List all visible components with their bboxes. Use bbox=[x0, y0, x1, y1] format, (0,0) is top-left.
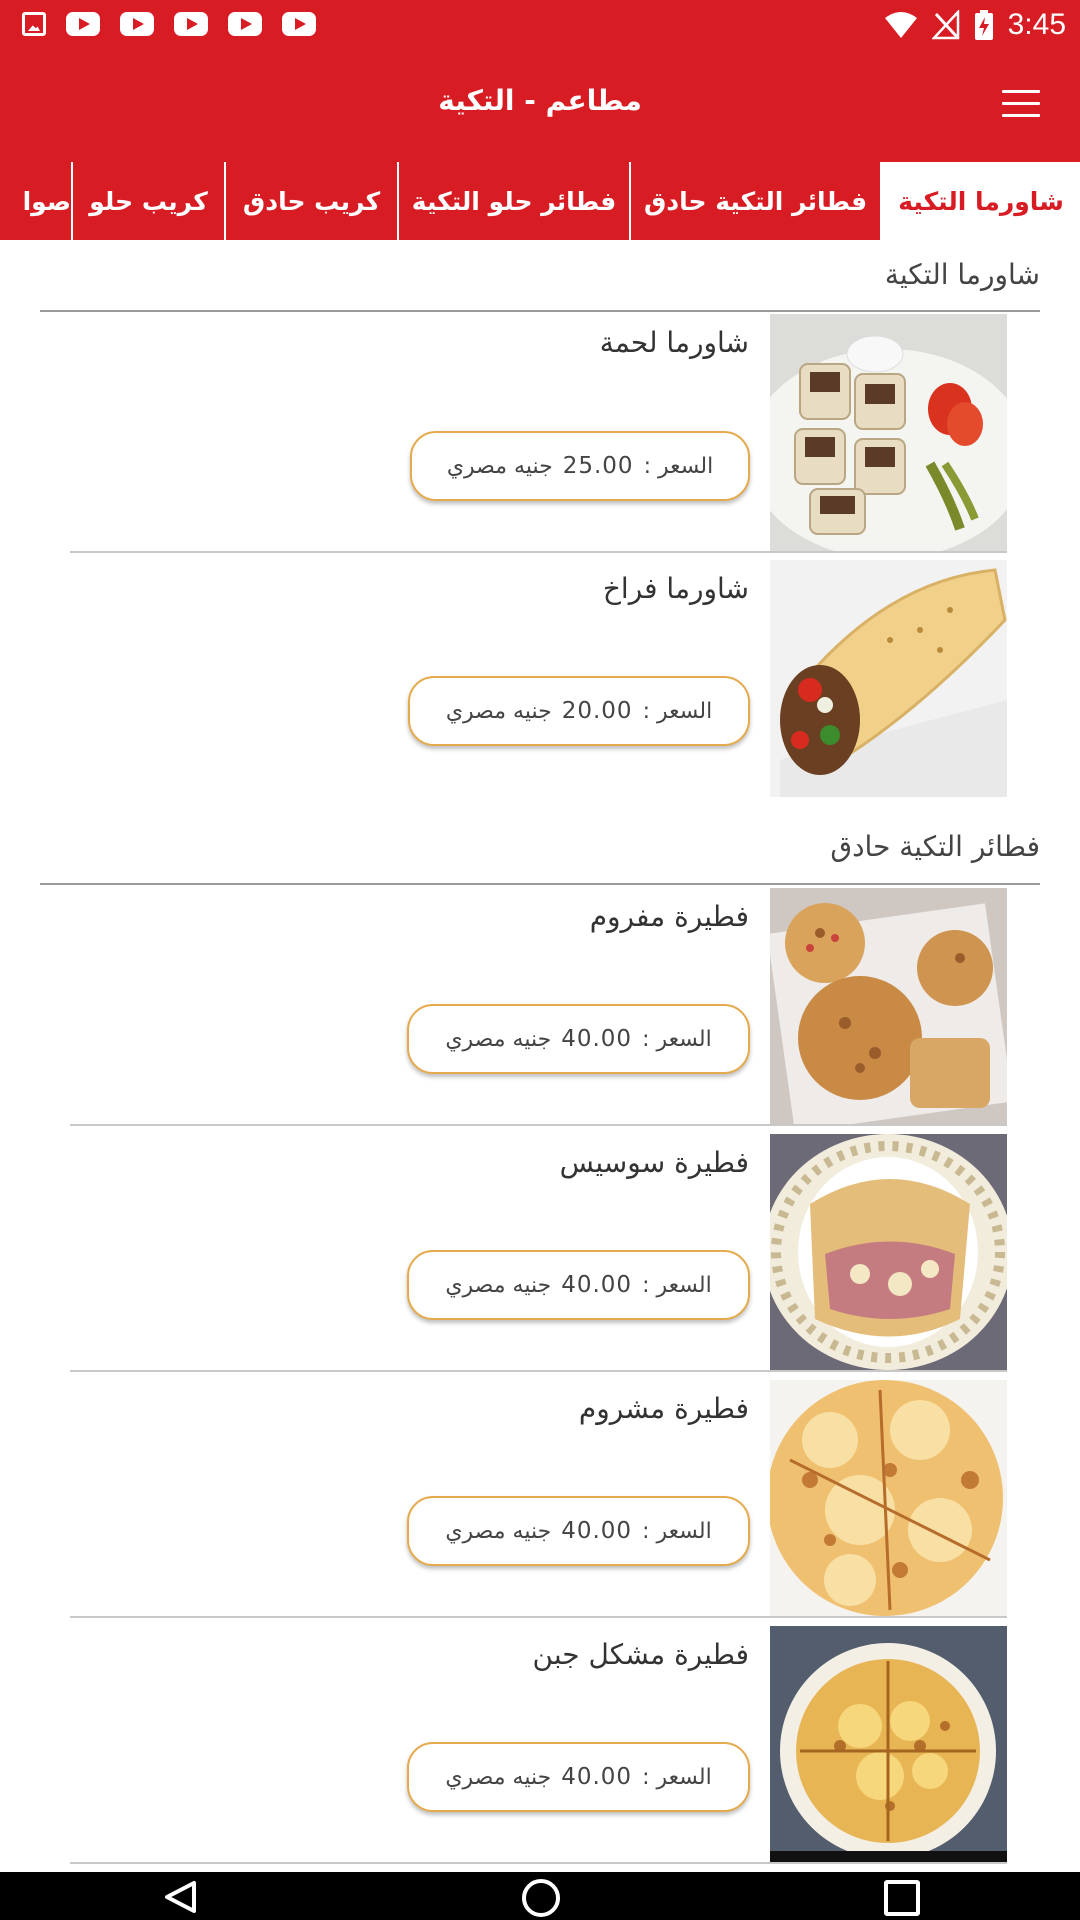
price-badge: السعر : 40.00 جنيه مصري bbox=[407, 1004, 750, 1074]
page-title: مطاعم - التكية bbox=[438, 84, 642, 117]
price-value: 20.00 bbox=[561, 698, 633, 724]
recent-apps-icon[interactable] bbox=[884, 1880, 920, 1916]
clock: 3:45 bbox=[1007, 8, 1066, 41]
price-label: السعر : bbox=[643, 453, 714, 479]
price-currency: جنيه مصري bbox=[445, 698, 552, 724]
item-divider bbox=[70, 1616, 1007, 1618]
tab-savory-pies[interactable]: فطائر التكية حادق bbox=[629, 162, 880, 240]
price-currency: جنيه مصري bbox=[445, 1272, 552, 1298]
item-divider bbox=[70, 1862, 1007, 1864]
home-icon[interactable] bbox=[522, 1879, 560, 1917]
price-label: السعر : bbox=[642, 1764, 712, 1790]
price-value: 40.00 bbox=[561, 1026, 633, 1052]
youtube-notification-icon bbox=[174, 12, 208, 36]
item-name: شاورما فراخ bbox=[602, 572, 749, 605]
food-image bbox=[770, 1626, 1007, 1863]
food-image bbox=[770, 314, 1007, 551]
hamburger-icon[interactable] bbox=[1002, 90, 1040, 122]
price-value: 25.00 bbox=[562, 453, 634, 479]
item-divider bbox=[70, 551, 1007, 553]
price-badge: السعر : 25.00 جنيه مصري bbox=[410, 431, 750, 501]
wifi-icon bbox=[884, 12, 917, 38]
price-currency: جنيه مصري bbox=[445, 1518, 552, 1544]
item-name: فطيرة مشروم bbox=[578, 1392, 749, 1425]
menu-item[interactable]: شاورما فراخ السعر : 20.00 جنيه مصري bbox=[70, 560, 1007, 797]
back-icon[interactable] bbox=[162, 1880, 198, 1914]
notification-icons bbox=[22, 12, 316, 36]
tab-shawarma[interactable]: شاورما التكية bbox=[880, 162, 1080, 240]
youtube-notification-icon bbox=[120, 12, 154, 36]
price-value: 40.00 bbox=[561, 1518, 633, 1544]
price-badge: السعر : 40.00 جنيه مصري bbox=[407, 1496, 750, 1566]
price-currency: جنيه مصري bbox=[446, 453, 553, 479]
section-title-shawarma: شاورما التكية bbox=[884, 258, 1040, 291]
youtube-notification-icon bbox=[282, 12, 316, 36]
item-name: فطيرة مشكل جبن bbox=[532, 1638, 749, 1671]
price-value: 40.00 bbox=[561, 1272, 633, 1298]
food-image bbox=[770, 1134, 1007, 1371]
image-notification-icon bbox=[22, 12, 46, 36]
price-label: السعر : bbox=[642, 1518, 712, 1544]
price-badge: السعر : 20.00 جنيه مصري bbox=[408, 676, 750, 746]
item-divider bbox=[70, 1124, 1007, 1126]
food-image bbox=[770, 1380, 1007, 1617]
section-divider bbox=[40, 310, 1040, 312]
item-name: شاورما لحمة bbox=[599, 326, 749, 359]
system-navigation-bar bbox=[0, 1872, 1080, 1920]
tab-savory-crepe[interactable]: كريب حادق bbox=[224, 162, 397, 240]
no-signal-icon bbox=[931, 10, 959, 40]
price-currency: جنيه مصري bbox=[445, 1026, 552, 1052]
price-label: السعر : bbox=[642, 698, 713, 724]
menu-item[interactable]: شاورما لحمة السعر : 25.00 جنيه مصري bbox=[70, 314, 1007, 551]
menu-item[interactable]: فطيرة مشروم السعر : 40.00 جنيه مصري bbox=[70, 1380, 1007, 1617]
price-currency: جنيه مصري bbox=[445, 1764, 552, 1790]
item-divider bbox=[70, 1370, 1007, 1372]
price-value: 40.00 bbox=[561, 1764, 633, 1790]
youtube-notification-icon bbox=[228, 12, 262, 36]
item-name: فطيرة سوسيس bbox=[559, 1146, 749, 1179]
status-bar: 3:45 bbox=[0, 0, 1080, 50]
system-icons: 3:45 bbox=[884, 8, 1066, 42]
app-bar: مطاعم - التكية bbox=[0, 50, 1080, 162]
battery-charging-icon bbox=[974, 10, 993, 40]
menu-item[interactable]: فطيرة مشكل جبن السعر : 40.00 جنيه مصري bbox=[70, 1626, 1007, 1863]
price-badge: السعر : 40.00 جنيه مصري bbox=[407, 1250, 750, 1320]
price-badge: السعر : 40.00 جنيه مصري bbox=[407, 1742, 750, 1812]
tab-sweet-pies[interactable]: فطائر حلو التكية bbox=[397, 162, 629, 240]
price-label: السعر : bbox=[642, 1272, 712, 1298]
tab-sweet-crepe[interactable]: كريب حلو bbox=[71, 162, 224, 240]
food-image bbox=[770, 888, 1007, 1125]
price-label: السعر : bbox=[642, 1026, 712, 1052]
youtube-notification-icon bbox=[66, 12, 100, 36]
section-divider bbox=[40, 883, 1040, 885]
food-image bbox=[770, 560, 1007, 797]
item-name: فطيرة مفروم bbox=[589, 900, 749, 933]
menu-item[interactable]: فطيرة مفروم السعر : 40.00 جنيه مصري bbox=[70, 888, 1007, 1125]
section-title-savory-pies: فطائر التكية حادق bbox=[830, 830, 1040, 863]
category-tabs: شاورما التكية فطائر التكية حادق فطائر حل… bbox=[0, 162, 1080, 240]
menu-item[interactable]: فطيرة سوسيس السعر : 40.00 جنيه مصري bbox=[70, 1134, 1007, 1371]
tab-partial[interactable]: صوا bbox=[0, 162, 71, 240]
